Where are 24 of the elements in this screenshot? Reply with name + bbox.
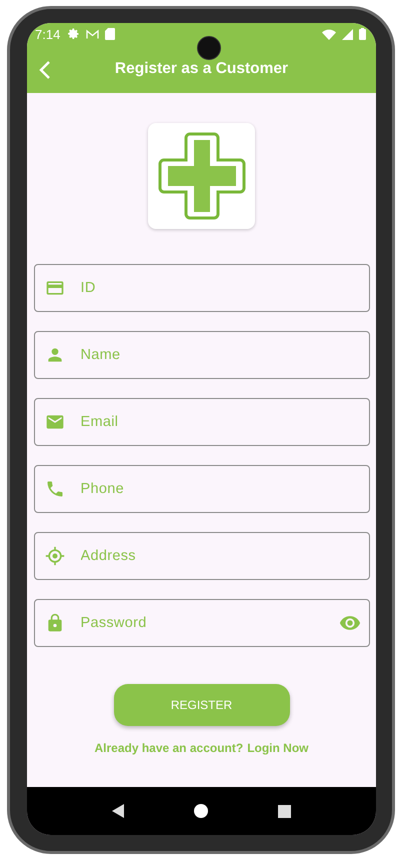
login-prompt-text: Already have an account? [94, 741, 244, 755]
recents-nav-icon[interactable] [278, 804, 291, 818]
crosshair-icon [44, 546, 64, 566]
app-bar-title: Register as a Customer [114, 60, 288, 78]
login-link[interactable]: Login Now [247, 741, 309, 755]
gear-icon [68, 28, 80, 40]
battery-icon [359, 28, 366, 40]
signal-icon [342, 28, 353, 40]
back-nav-icon[interactable] [112, 804, 124, 818]
input-field[interactable]: Address [34, 532, 370, 580]
sd-card-icon [105, 28, 116, 40]
home-nav-icon[interactable] [194, 804, 208, 818]
medical-cross-icon [156, 130, 248, 222]
register-button[interactable]: REGISTER [114, 684, 290, 726]
mail-icon [86, 28, 100, 40]
camera-icon [197, 36, 221, 60]
input-field[interactable]: Name [34, 331, 370, 379]
status-time: 7:14 [35, 26, 60, 42]
input-field[interactable]: Password [34, 599, 370, 647]
wifi-icon [322, 28, 336, 40]
input-field[interactable]: Phone [34, 465, 370, 513]
phone-icon [44, 479, 64, 499]
input-field[interactable]: Email [34, 398, 370, 446]
input-field[interactable]: ID [34, 264, 370, 312]
